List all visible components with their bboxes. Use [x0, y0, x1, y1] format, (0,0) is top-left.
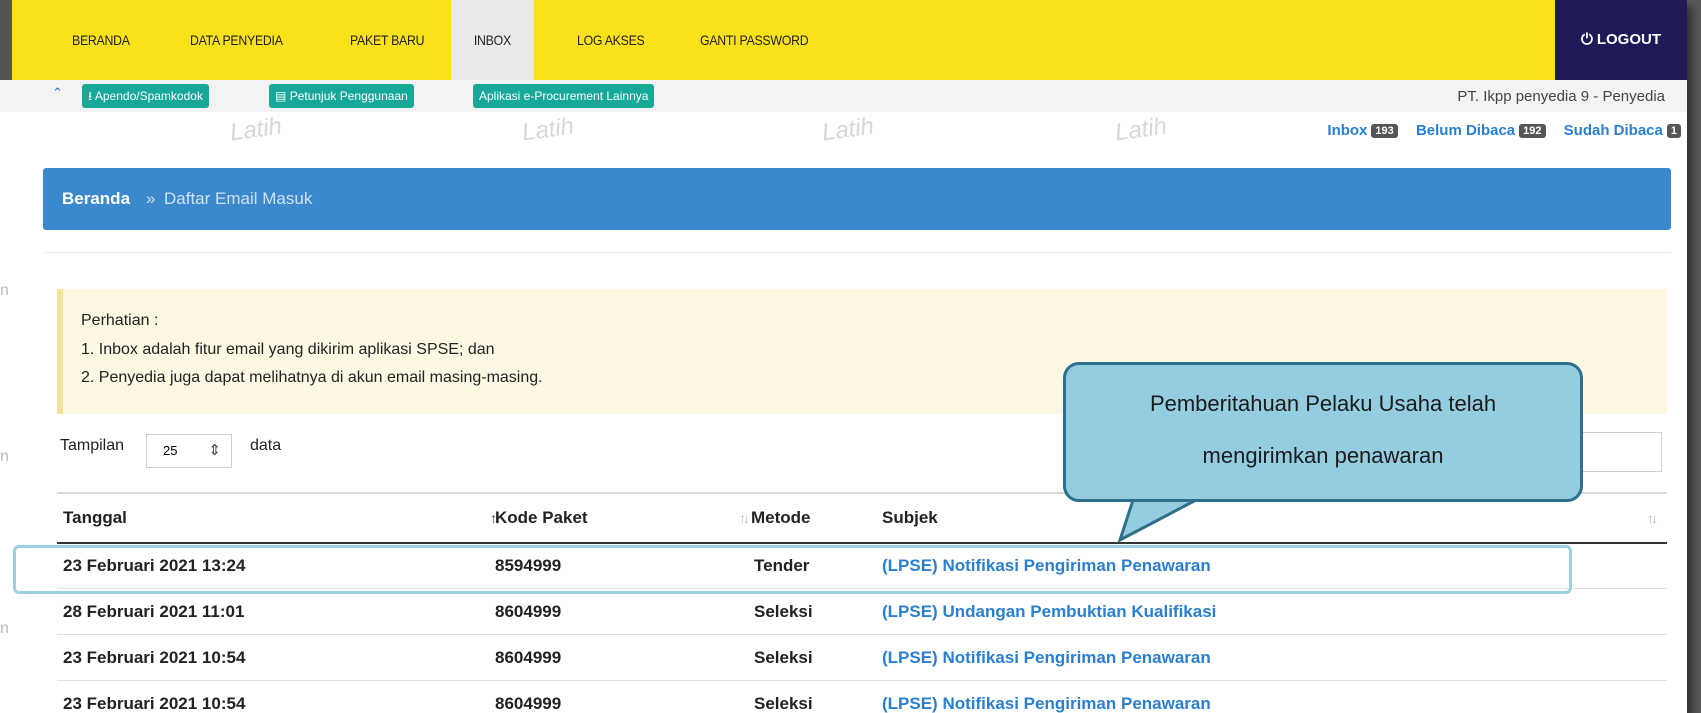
tutorial-callout: Pemberitahuan Pelaku Usaha telah mengiri… — [1063, 362, 1583, 502]
callout-line: mengirimkan penawaran — [1202, 443, 1444, 468]
callout-tail — [1117, 496, 1197, 544]
callout-line: Pemberitahuan Pelaku Usaha telah — [1149, 391, 1497, 416]
browser-frame: BERANDA DATA PENYEDIA PAKET BARU INBOX L… — [0, 0, 1687, 713]
